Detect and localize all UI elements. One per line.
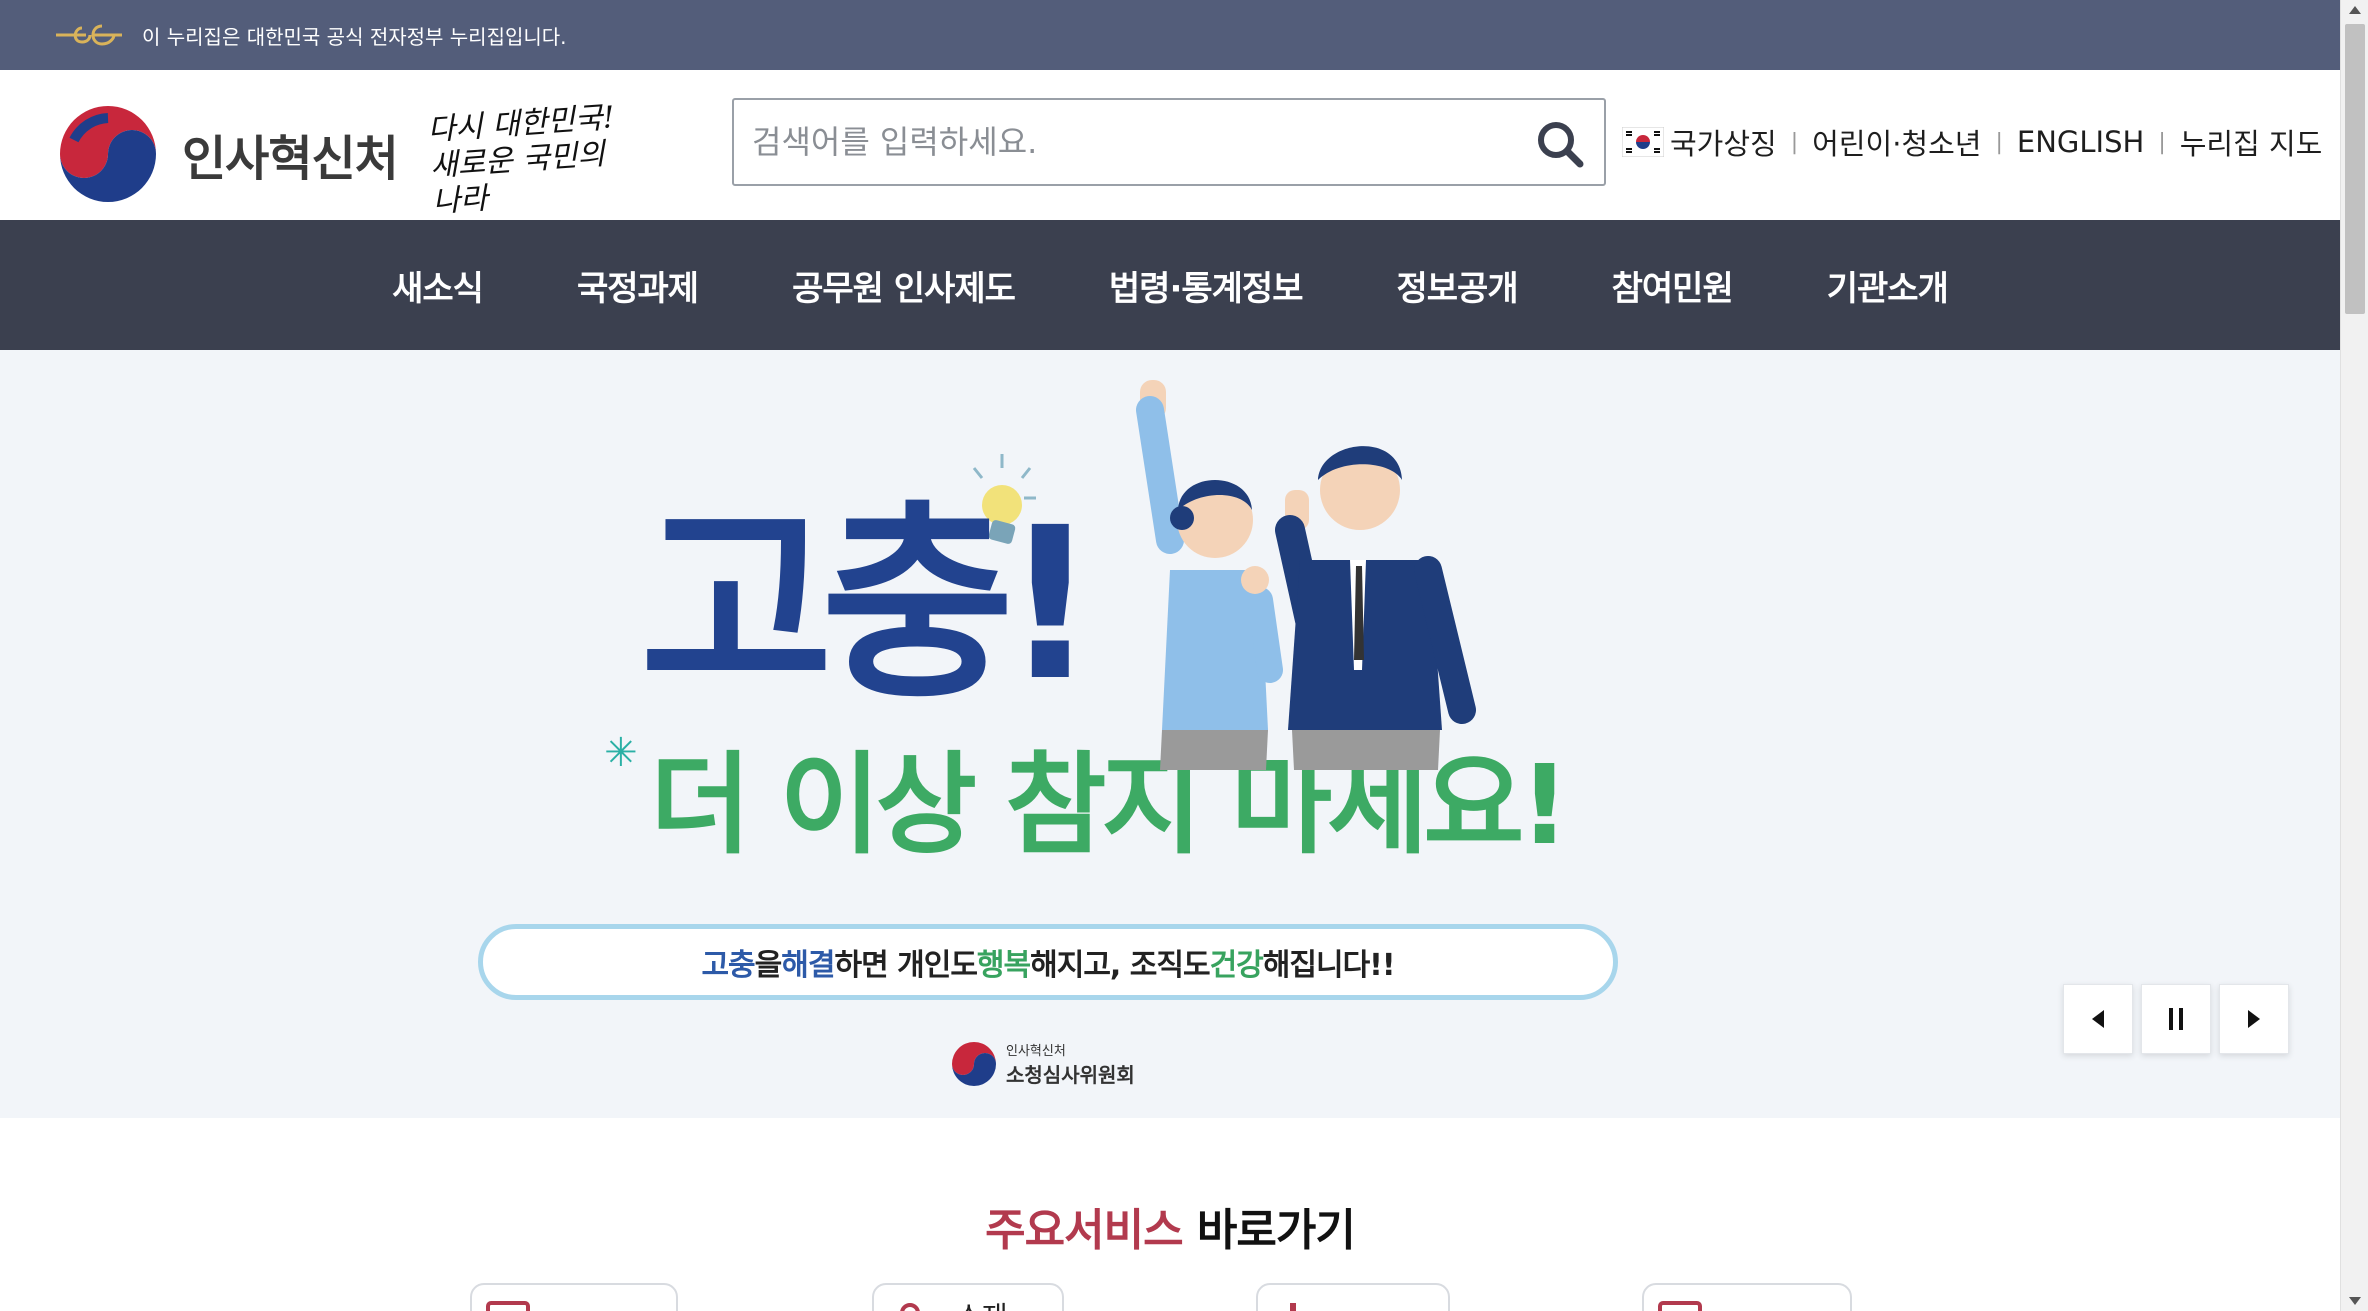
- slogan-line-2: 새로운 국민의 나라: [428, 136, 607, 220]
- tagline-text: 해지고, 조직도: [1030, 948, 1210, 983]
- slogan: 다시 대한민국! 새로운 국민의 나라: [426, 99, 633, 221]
- service-card-label: 소재: [956, 1295, 1008, 1311]
- committee-logo: 인사혁신처 소청심사위원회: [950, 1040, 1135, 1088]
- committee-org: 인사혁신처: [1006, 1044, 1066, 1059]
- egov-banner-text: 이 누리집은 대한민국 공식 전자정부 누리집입니다.: [142, 24, 567, 49]
- search-icon[interactable]: [1534, 118, 1586, 170]
- nav-item-about[interactable]: 기관소개: [1827, 261, 1949, 310]
- scroll-up-icon[interactable]: [2349, 6, 2361, 14]
- scrollbar-thumb[interactable]: [2345, 24, 2365, 314]
- search-input[interactable]: [752, 114, 1512, 170]
- prev-icon: [2092, 1010, 2104, 1028]
- document-icon: [486, 1301, 530, 1311]
- hero-banner[interactable]: 고충! ✳ 더 이상 참지 마세요! 고충 을 해결 하면 개인도 행복 해지고…: [0, 350, 2340, 1118]
- scroll-down-icon[interactable]: [2349, 1297, 2361, 1305]
- tagline-text: 하면 개인도: [834, 948, 977, 983]
- search-box: [732, 98, 1606, 186]
- section-title-accent: 주요서비스: [985, 1205, 1183, 1256]
- section-title-rest: 바로가기: [1182, 1205, 1356, 1256]
- separator: |: [2158, 129, 2166, 155]
- slider-controls: [2063, 984, 2289, 1054]
- prev-slide-button[interactable]: [2063, 984, 2133, 1054]
- tagline-word-resolve: 해결: [781, 948, 835, 983]
- banner-tagline: 고충 을 해결 하면 개인도 행복 해지고, 조직도 건강 해집니다!!: [478, 924, 1618, 1000]
- tagline-text: 을: [754, 948, 783, 983]
- main-services-section: 주요서비스 바로가기 소재: [0, 1118, 2340, 1311]
- page-scrollbar[interactable]: [2340, 0, 2368, 1311]
- nav-item-civil-participation[interactable]: 참여민원: [1612, 261, 1734, 310]
- nav-item-news[interactable]: 새소식: [392, 261, 484, 310]
- pen-icon: [1290, 1303, 1296, 1311]
- korean-flag-icon: [1622, 127, 1664, 157]
- separator: |: [1995, 129, 2003, 155]
- egov-banner: 이 누리집은 대한민국 공식 전자정부 누리집입니다.: [0, 0, 2340, 70]
- tagline-word-health: 건강: [1209, 948, 1264, 983]
- tagline-word-grievance: 고충: [701, 948, 755, 983]
- service-card[interactable]: 소재: [872, 1283, 1064, 1311]
- separator: |: [1790, 129, 1799, 155]
- pause-icon: [2169, 1008, 2183, 1030]
- pause-slide-button[interactable]: [2141, 984, 2211, 1054]
- taegeuk-emblem-icon: [56, 102, 160, 206]
- nav-item-national-tasks[interactable]: 국정과제: [577, 261, 699, 310]
- service-card[interactable]: [470, 1283, 678, 1311]
- sitemap-link[interactable]: 누리집 지도: [2180, 121, 2323, 163]
- nav-item-personnel-system[interactable]: 공무원 인사제도: [792, 261, 1016, 310]
- taegeuk-emblem-icon: [952, 1042, 996, 1086]
- section-title: 주요서비스 바로가기: [0, 1194, 2340, 1258]
- national-symbol-link[interactable]: 국가상징: [1670, 121, 1777, 163]
- egov-logo-icon: [56, 24, 122, 46]
- tagline-word-happiness: 행복: [976, 948, 1031, 983]
- committee-name: 소청심사위원회: [1006, 1063, 1135, 1087]
- form-icon: [1658, 1301, 1702, 1311]
- sparkle-icon: ✳: [604, 730, 638, 776]
- home-logo-link[interactable]: 인사혁신처: [54, 100, 399, 208]
- service-card[interactable]: [1256, 1283, 1450, 1311]
- nav-item-information-disclosure[interactable]: 정보공개: [1397, 261, 1519, 310]
- next-slide-button[interactable]: [2219, 984, 2289, 1054]
- next-icon: [2248, 1010, 2260, 1028]
- site-header: 인사혁신처 다시 대한민국! 새로운 국민의 나라 국가상징 | 어린이·청소년…: [0, 70, 2340, 220]
- nav-item-laws-statistics[interactable]: 법령·통계정보: [1109, 261, 1304, 310]
- english-site-link[interactable]: ENGLISH: [2017, 125, 2144, 159]
- utility-links: 국가상징 | 어린이·청소년 | ENGLISH | 누리집 지도: [1622, 120, 2322, 164]
- children-site-link[interactable]: 어린이·청소년: [1812, 121, 1981, 163]
- main-navigation: 새소식 국정과제 공무원 인사제도 법령·통계정보 정보공개 참여민원 기관소개: [0, 220, 2340, 350]
- tagline-text: 해집니다!!: [1262, 948, 1396, 983]
- service-card[interactable]: [1642, 1283, 1852, 1311]
- banner-title: 고충!: [640, 482, 1098, 727]
- location-pin-icon: [900, 1303, 920, 1311]
- org-name: 인사혁신처: [182, 131, 399, 187]
